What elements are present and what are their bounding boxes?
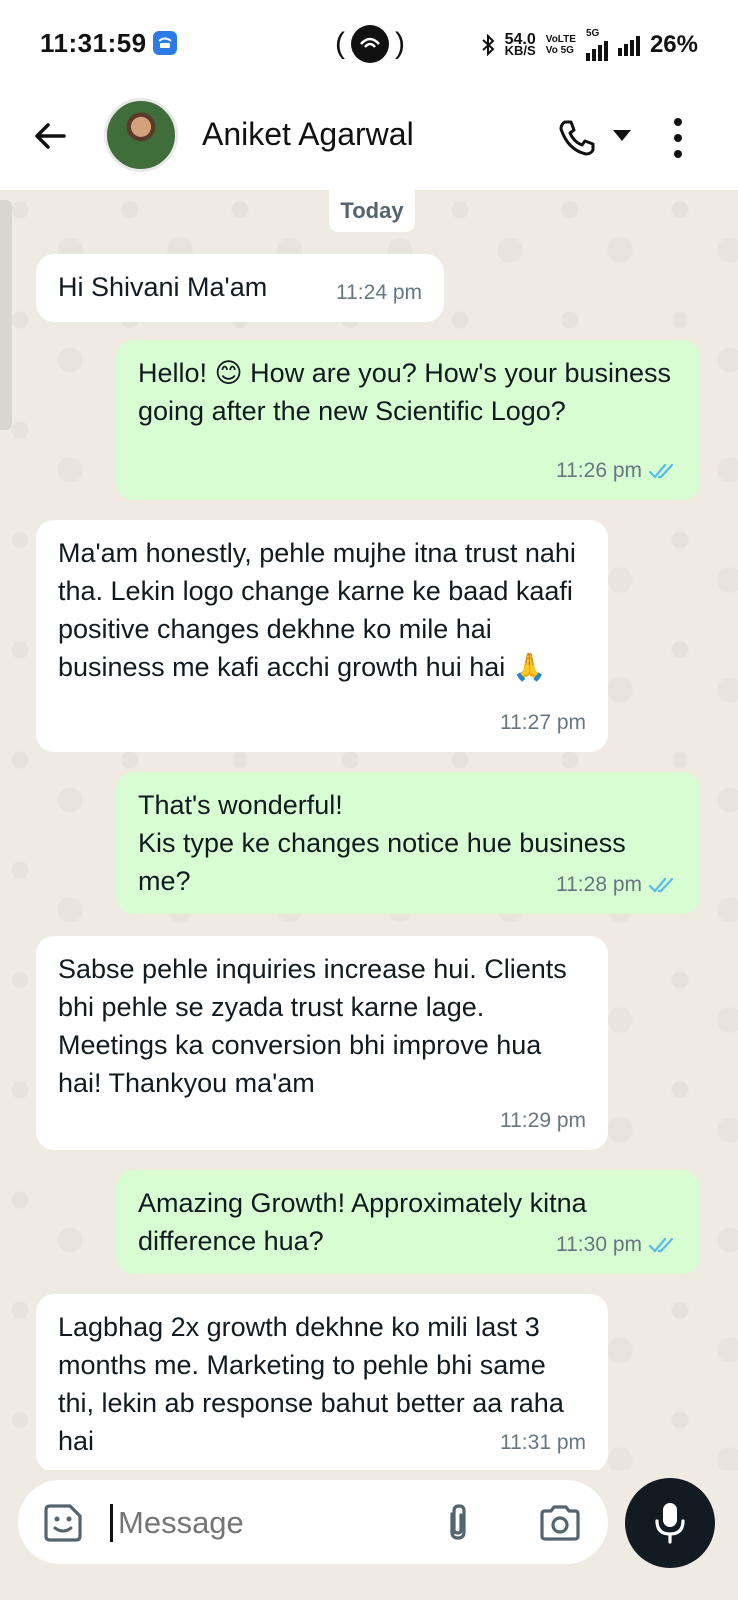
status-indicators: 54.0 KB/S VoLTE Vo 5G 5G 26% [481,28,698,61]
contact-name[interactable]: Aniket Agarwal [202,116,414,153]
camera-icon[interactable] [538,1504,582,1542]
bluetooth-icon [481,33,495,56]
message-meta: 11:30 pm [556,1226,678,1264]
attach-icon[interactable] [438,1502,478,1544]
network-speed: 54.0 KB/S [504,30,536,58]
message-text: Sabse pehle inquiries increase hui. Clie… [58,954,567,1098]
mic-button[interactable] [625,1478,715,1568]
input-bar [0,1470,738,1600]
message-bubble-incoming[interactable]: Hi Shivani Ma'am 11:24 pm [36,254,444,322]
message-time: 11:31 pm [500,1431,586,1454]
battery-level: 26% [649,30,698,58]
status-bar: 11:31:59 () 54.0 KB/S VoLTE Vo 5G 5G 26% [0,0,738,90]
message-text: Ma'am honestly, pehle mujhe itna trust n… [58,538,576,682]
message-meta: 11:27 pm [500,704,586,742]
message-field[interactable] [18,1480,608,1564]
message-meta: 11:28 pm [556,866,678,904]
back-arrow-icon[interactable] [30,116,70,156]
message-bubble-incoming[interactable]: Ma'am honestly, pehle mujhe itna trust n… [36,520,608,752]
text-cursor [110,1504,113,1542]
read-receipt-icon [648,463,674,479]
chevron-down-icon[interactable] [613,130,631,141]
message-time: 11:28 pm [556,873,642,896]
chat-header: Aniket Agarwal [0,90,738,190]
message-time: 11:27 pm [500,711,586,734]
message-bubble-incoming[interactable]: Lagbhag 2x growth dekhne ko mili last 3 … [36,1294,608,1470]
date-chip: Today [329,190,415,232]
read-receipt-icon [648,1237,674,1253]
message-bubble-incoming[interactable]: Sabse pehle inquiries increase hui. Clie… [36,936,608,1150]
message-meta: 11:24 pm [336,274,422,312]
message-bubble-outgoing[interactable]: Hello! 😊 How are you? How's your busines… [116,340,700,500]
notification-app-icon [153,31,177,55]
scrollbar[interactable] [0,200,12,430]
message-meta: 11:31 pm [500,1424,586,1462]
signal-5g: 5G [585,28,608,61]
mic-icon [655,1503,685,1544]
message-time: 11:24 pm [336,281,422,304]
message-input[interactable] [116,1498,420,1548]
volte-badge: VoLTE Vo 5G [545,33,576,56]
message-time: 11:29 pm [500,1109,586,1132]
message-time: 11:26 pm [556,459,642,482]
more-vertical-icon[interactable] [672,118,684,158]
call-icon[interactable] [555,116,599,160]
message-bubble-outgoing[interactable]: That's wonderful! Kis type ke changes no… [116,772,700,914]
chat-area[interactable]: Today Hi Shivani Ma'am 11:24 pm Hello! 😊… [0,190,738,1470]
avatar[interactable] [104,98,178,172]
status-time: 11:31:59 [40,28,147,58]
hotspot-icon: () [330,24,410,64]
signal-bars-icon [585,39,608,61]
message-text: Hello! 😊 How are you? How's your busines… [138,358,672,426]
sticker-icon[interactable] [42,1502,84,1544]
message-time: 11:30 pm [556,1233,642,1256]
message-meta: 11:26 pm [556,452,678,490]
signal-bars-icon-2 [617,34,640,56]
message-bubble-outgoing[interactable]: Amazing Growth! Approximately kitna diff… [116,1170,700,1274]
message-meta: 11:29 pm [500,1102,586,1140]
read-receipt-icon [648,877,674,893]
